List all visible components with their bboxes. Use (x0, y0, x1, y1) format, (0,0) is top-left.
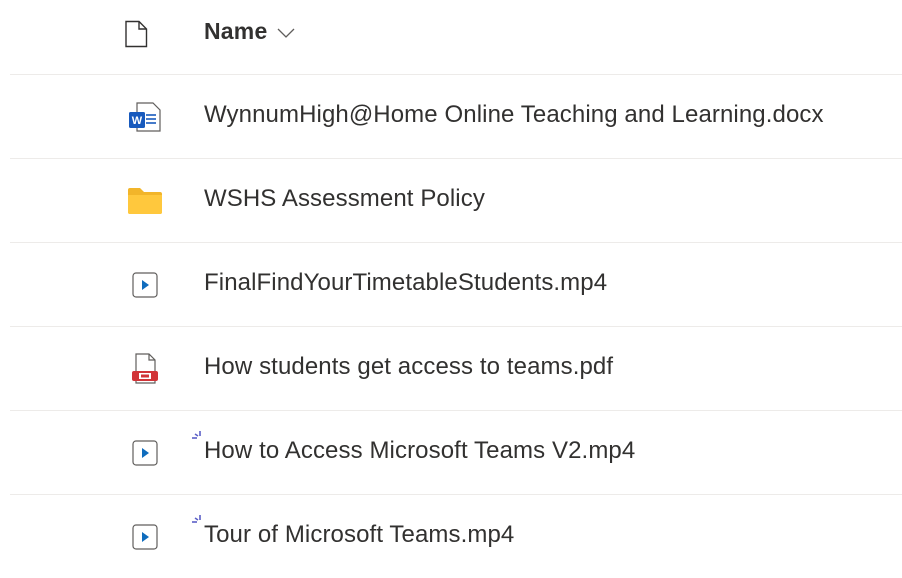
list-item[interactable]: W WynnumHigh@Home Online Teaching and Le… (10, 75, 902, 159)
list-header: Name (10, 0, 902, 75)
svg-text:W: W (132, 115, 143, 127)
video-file-icon (124, 269, 166, 301)
name-column-label: Name (204, 18, 268, 44)
list-item[interactable]: How students get access to teams.pdf (10, 327, 902, 411)
list-item[interactable]: WSHS Assessment Policy (10, 159, 902, 243)
pdf-file-icon (124, 353, 166, 385)
list-item[interactable]: How to Access Microsoft Teams V2.mp4 (10, 411, 902, 495)
file-name[interactable]: WSHS Assessment Policy (204, 185, 485, 213)
folder-icon (124, 185, 166, 217)
file-name[interactable]: How to Access Microsoft Teams V2.mp4 (204, 437, 635, 465)
file-name[interactable]: WynnumHigh@Home Online Teaching and Lear… (204, 101, 824, 129)
file-name[interactable]: Tour of Microsoft Teams.mp4 (204, 521, 514, 549)
video-file-icon (124, 437, 166, 469)
file-icon (125, 20, 148, 48)
file-type-column-header[interactable] (124, 20, 148, 48)
video-file-icon (124, 521, 166, 553)
list-item[interactable]: FinalFindYourTimetableStudents.mp4 (10, 243, 902, 327)
file-name[interactable]: FinalFindYourTimetableStudents.mp4 (204, 269, 607, 297)
list-item[interactable]: Tour of Microsoft Teams.mp4 (10, 495, 902, 578)
word-document-icon: W (124, 101, 166, 133)
name-column-header[interactable]: Name (204, 18, 295, 45)
chevron-down-icon (277, 28, 295, 38)
file-list: Name W WynnumHigh@Home Online Teaching a… (0, 0, 902, 578)
file-name[interactable]: How students get access to teams.pdf (204, 353, 613, 381)
